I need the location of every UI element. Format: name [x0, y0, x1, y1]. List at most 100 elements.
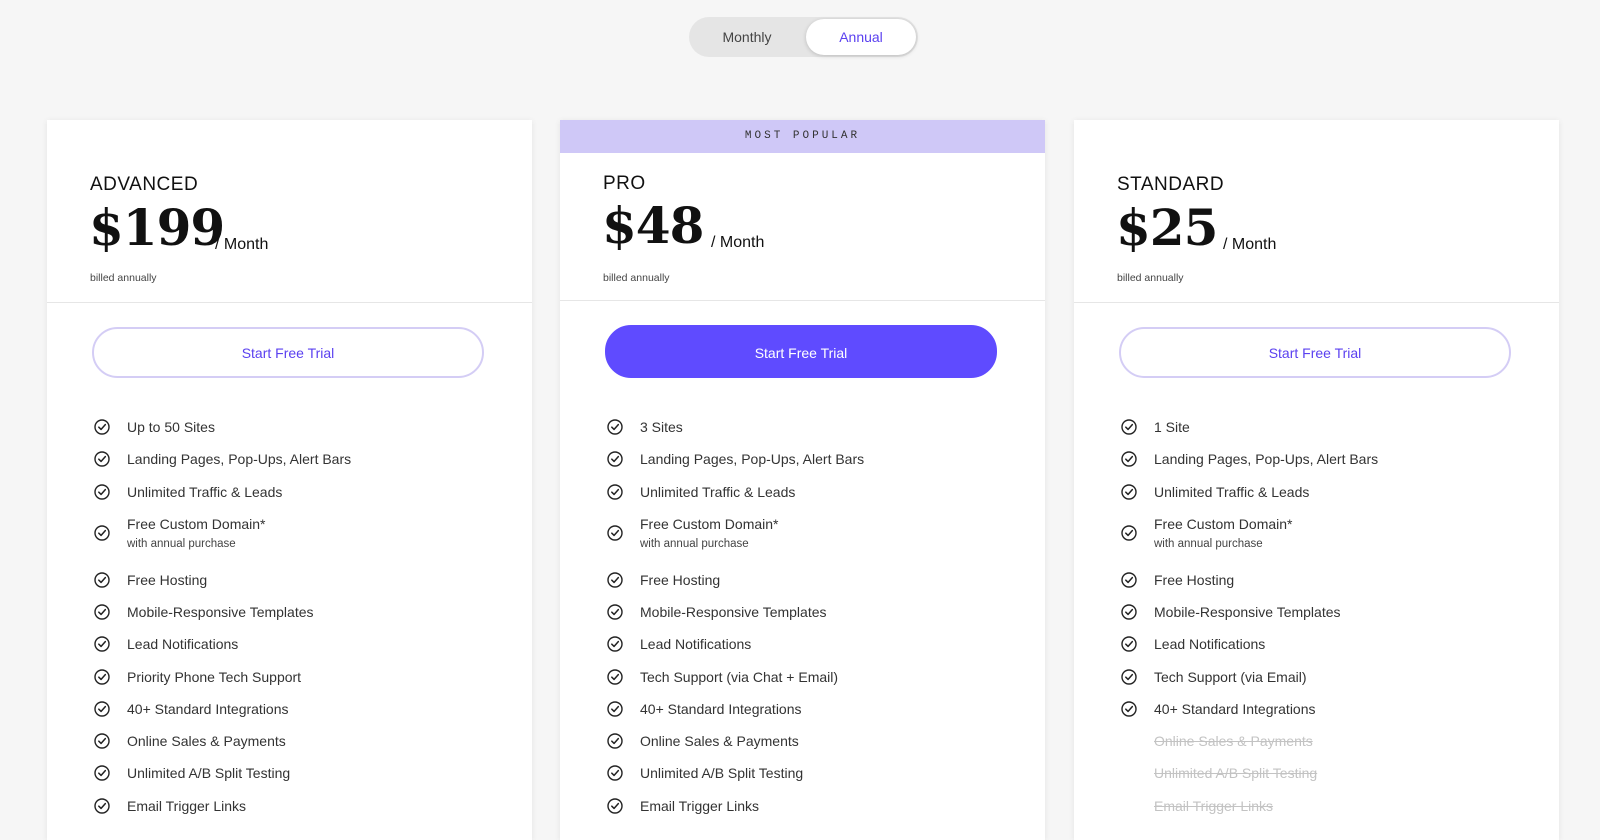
feature-item: Landing Pages, Pop-Ups, Alert Bars: [94, 451, 351, 467]
feature-item: Free Hosting: [607, 572, 720, 588]
start-free-trial-button[interactable]: Start Free Trial: [1119, 327, 1511, 378]
feature-item: 40+ Standard Integrations: [607, 701, 802, 717]
feature-item: Unlimited Traffic & Leads: [607, 484, 795, 500]
feature-item: Lead Notifications: [94, 636, 238, 652]
check-circle-icon: [607, 451, 623, 467]
feature-item: Email Trigger Links: [94, 798, 246, 814]
feature-item: 40+ Standard Integrations: [1121, 701, 1316, 717]
feature-item: Mobile-Responsive Templates: [1121, 604, 1341, 620]
feature-label: Landing Pages, Pop-Ups, Alert Bars: [1154, 451, 1379, 467]
price-period: / Month: [215, 236, 269, 253]
check-circle-icon: [607, 572, 623, 588]
check-circle-icon: [94, 604, 110, 620]
feature-label: Free Hosting: [127, 572, 208, 588]
feature-item: Email Trigger Links: [1121, 798, 1273, 814]
check-circle-icon: [1121, 525, 1137, 541]
feature-label: Tech Support (via Email): [1154, 669, 1307, 685]
divider: [47, 302, 532, 303]
feature-item: Tech Support (via Chat + Email): [607, 669, 838, 685]
divider: [560, 300, 1045, 301]
feature-item: Free Custom Domain* with annual purchase: [607, 516, 779, 550]
billing-toggle: Monthly Annual: [689, 17, 918, 57]
feature-label: Free Hosting: [640, 572, 721, 588]
check-circle-icon: [1121, 636, 1137, 652]
plan-price: $199: [89, 198, 225, 257]
start-free-trial-button[interactable]: Start Free Trial: [605, 325, 997, 378]
feature-label: Email Trigger Links: [1154, 798, 1274, 814]
feature-label: Mobile-Responsive Templates: [1154, 604, 1341, 620]
feature-label: Lead Notifications: [1154, 636, 1266, 652]
check-circle-icon: [94, 636, 110, 652]
plan-name: ADVANCED: [90, 174, 199, 195]
plan-name: PRO: [603, 173, 646, 194]
feature-label: Online Sales & Payments: [1154, 733, 1313, 749]
billing-note: billed annually: [90, 272, 157, 284]
check-circle-icon: [94, 798, 110, 814]
check-circle-icon: [607, 701, 623, 717]
feature-item: Free Hosting: [1121, 572, 1234, 588]
feature-item: 40+ Standard Integrations: [94, 701, 289, 717]
feature-item: Landing Pages, Pop-Ups, Alert Bars: [1121, 451, 1378, 467]
feature-label: Online Sales & Payments: [127, 733, 286, 749]
feature-label: Unlimited Traffic & Leads: [1154, 484, 1310, 500]
feature-label: Unlimited A/B Split Testing: [1154, 765, 1318, 781]
feature-item: Free Hosting: [94, 572, 207, 588]
check-circle-icon: [1121, 572, 1137, 588]
check-circle-icon: [1121, 701, 1137, 717]
feature-item: Unlimited A/B Split Testing: [94, 765, 290, 781]
plan-card-standard: STANDARD $25 / Month billed annually Sta…: [1074, 120, 1559, 840]
feature-sublabel: with annual purchase: [1154, 538, 1263, 550]
plan-name: STANDARD: [1117, 174, 1225, 195]
feature-label: Mobile-Responsive Templates: [640, 604, 827, 620]
check-circle-icon: [607, 419, 623, 435]
check-circle-icon: [1121, 451, 1137, 467]
check-circle-icon: [94, 419, 110, 435]
check-circle-icon: [94, 669, 110, 685]
billing-note: billed annually: [1117, 272, 1184, 284]
feature-label: Priority Phone Tech Support: [127, 669, 302, 685]
feature-label: Up to 50 Sites: [127, 419, 215, 435]
check-circle-icon: [1121, 669, 1137, 685]
feature-item: Unlimited Traffic & Leads: [94, 484, 282, 500]
feature-sublabel: with annual purchase: [640, 538, 749, 550]
check-circle-icon: [607, 525, 623, 541]
feature-label: Free Custom Domain* with annual purchase: [1154, 516, 1293, 550]
check-circle-icon: [607, 484, 623, 500]
billing-note: billed annually: [603, 272, 670, 284]
check-circle-icon: [94, 451, 110, 467]
feature-label: 3 Sites: [640, 419, 683, 435]
price-period: / Month: [1223, 236, 1277, 253]
feature-label: Unlimited Traffic & Leads: [127, 484, 283, 500]
feature-item: Free Custom Domain* with annual purchase: [94, 516, 266, 550]
feature-label: Unlimited A/B Split Testing: [127, 765, 291, 781]
check-circle-icon: [607, 765, 623, 781]
check-circle-icon: [94, 572, 110, 588]
toggle-monthly[interactable]: Monthly: [691, 19, 803, 55]
check-circle-icon: [94, 765, 110, 781]
feature-item: 3 Sites: [607, 419, 683, 435]
feature-label: Unlimited A/B Split Testing: [640, 765, 804, 781]
plan-card-advanced: ADVANCED $199 / Month billed annually St…: [47, 120, 532, 840]
check-circle-icon: [94, 733, 110, 749]
feature-item: Unlimited Traffic & Leads: [1121, 484, 1309, 500]
toggle-annual[interactable]: Annual: [806, 19, 916, 55]
feature-label: Email Trigger Links: [640, 798, 760, 814]
check-circle-icon: [94, 484, 110, 500]
feature-label: Free Hosting: [1154, 572, 1235, 588]
feature-label: Unlimited Traffic & Leads: [640, 484, 796, 500]
feature-item: Up to 50 Sites: [94, 419, 215, 435]
check-circle-icon: [607, 733, 623, 749]
check-circle-icon: [607, 636, 623, 652]
most-popular-banner: MOST POPULAR: [560, 120, 1045, 153]
check-circle-icon: [94, 701, 110, 717]
check-circle-icon: [607, 669, 623, 685]
feature-item: Free Custom Domain* with annual purchase: [1121, 516, 1293, 550]
feature-item: Mobile-Responsive Templates: [607, 604, 827, 620]
check-circle-icon: [94, 525, 110, 541]
start-free-trial-button[interactable]: Start Free Trial: [92, 327, 484, 378]
feature-item: Unlimited A/B Split Testing: [607, 765, 803, 781]
feature-item: 1 Site: [1121, 419, 1190, 435]
check-circle-icon: [1121, 604, 1137, 620]
check-circle-icon: [607, 604, 623, 620]
feature-label: Free Custom Domain* with annual purchase: [640, 516, 779, 550]
